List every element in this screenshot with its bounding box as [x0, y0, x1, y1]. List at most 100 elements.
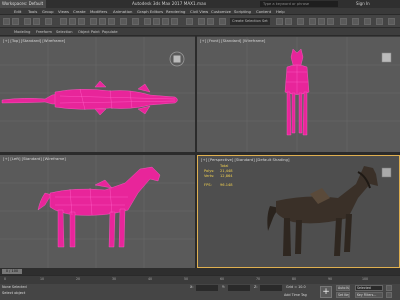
undo-icon[interactable]: [3, 18, 10, 25]
add-time-tag-button[interactable]: Add Time Tag: [284, 293, 307, 297]
set-key-plus-icon[interactable]: +: [320, 286, 332, 298]
time-config-icon[interactable]: [386, 292, 392, 298]
a360-icon[interactable]: [352, 18, 359, 25]
track-tick: 60: [220, 277, 225, 281]
main-toolbar: Create Selection Set: [0, 15, 400, 28]
menu-create[interactable]: Create: [73, 9, 86, 14]
track-tick: 70: [256, 277, 261, 281]
rendered-frame-icon[interactable]: [318, 18, 325, 25]
scale-icon[interactable]: [108, 18, 115, 25]
sign-in-button[interactable]: Sign In: [356, 1, 370, 6]
viewcube-icon[interactable]: [381, 167, 392, 178]
render-in-cloud-icon[interactable]: [364, 18, 371, 25]
menu-customize[interactable]: Customize: [211, 9, 231, 14]
key-filter-dropdown[interactable]: Selected: [355, 285, 383, 291]
tab-selection[interactable]: Selection: [56, 30, 73, 34]
tab-modeling[interactable]: Modeling: [14, 30, 30, 34]
tab-freeform[interactable]: Freeform: [36, 30, 52, 34]
viewport-front[interactable]: [+] [Front] [Standard] [Wireframe]: [197, 37, 400, 152]
ribbon-tabs: Modeling Freeform Selection Object Paint…: [0, 28, 400, 36]
selection-region-icon[interactable]: [78, 18, 85, 25]
edit-named-selection-icon[interactable]: [186, 18, 193, 25]
top-view-wireframe: [0, 37, 195, 152]
angle-snap-icon[interactable]: [153, 18, 160, 25]
menu-animation[interactable]: Animation: [113, 9, 132, 14]
x-coordinate-field[interactable]: [196, 285, 218, 291]
align-icon[interactable]: [207, 18, 214, 25]
spinner-snap-icon[interactable]: [171, 18, 178, 25]
play-icon[interactable]: [386, 285, 392, 291]
render-production-icon[interactable]: [327, 18, 334, 25]
pivot-icon[interactable]: [132, 18, 139, 25]
layer-explorer-icon[interactable]: [219, 18, 226, 25]
tab-object-paint[interactable]: Object Paint: [78, 30, 100, 34]
tab-populate[interactable]: Populate: [102, 30, 118, 34]
track-tick: 100: [362, 277, 369, 281]
title-bar: Workspaces: Default Autodesk 3ds Max 201…: [0, 0, 400, 8]
selection-filter-icon[interactable]: [45, 18, 52, 25]
front-view-wireframe: [197, 37, 400, 152]
track-tick: 20: [76, 277, 81, 281]
menu-bar: Edit Tools Group Views Create Modifiers …: [0, 8, 400, 15]
time-slider-handle[interactable]: 0 / 100: [2, 269, 22, 274]
app-title: Autodesk 3ds Max 2017 MAX1.max: [132, 1, 207, 6]
menu-content[interactable]: Content: [256, 9, 271, 14]
horse-side-wireframe: [37, 166, 161, 248]
workspace-selector[interactable]: Workspaces: Default: [0, 0, 46, 8]
menu-scripting[interactable]: Scripting: [234, 9, 251, 14]
left-view-wireframe: [0, 155, 195, 268]
track-tick: 80: [292, 277, 297, 281]
track-tick: 0: [4, 277, 7, 281]
y-label: Y:: [222, 285, 225, 289]
rotate-icon[interactable]: [99, 18, 106, 25]
material-editor-icon[interactable]: [297, 18, 304, 25]
track-tick: 90: [328, 277, 333, 281]
render-setup-icon[interactable]: [309, 18, 316, 25]
reference-coordinate-icon[interactable]: [120, 18, 127, 25]
key-filters-button[interactable]: Key Filters...: [355, 292, 383, 298]
viewcube-icon[interactable]: [381, 52, 392, 63]
track-tick: 40: [148, 277, 153, 281]
effects-icon[interactable]: [388, 18, 395, 25]
selection-set-dropdown[interactable]: Create Selection Set: [230, 18, 270, 25]
menu-modifiers[interactable]: Modifiers: [90, 9, 107, 14]
viewport-perspective[interactable]: [+] [Perspective] [Standard] [Default Sh…: [197, 155, 400, 268]
select-object-icon[interactable]: [60, 18, 67, 25]
environment-icon[interactable]: [376, 18, 383, 25]
unlink-icon[interactable]: [33, 18, 40, 25]
horse-top-wireframe: [1, 80, 178, 116]
time-slider-bar[interactable]: 0 / 100: [0, 268, 400, 275]
mirror-icon[interactable]: [198, 18, 205, 25]
track-tick: 10: [40, 277, 45, 281]
menu-civil-view[interactable]: Civil View: [190, 9, 208, 14]
render-iterative-icon[interactable]: [340, 18, 347, 25]
z-coordinate-field[interactable]: [260, 285, 282, 291]
menu-views[interactable]: Views: [58, 9, 69, 14]
schematic-view-icon[interactable]: [285, 18, 292, 25]
set-key-button[interactable]: Set Key: [336, 292, 350, 298]
viewport-top[interactable]: [+] [Top] [Standard] [Wireframe]: [0, 37, 195, 152]
viewport-left[interactable]: [+] [Left] [Standard] [Wireframe]: [0, 155, 195, 268]
snap-icon[interactable]: [144, 18, 151, 25]
menu-rendering[interactable]: Rendering: [166, 9, 185, 14]
y-coordinate-field[interactable]: [228, 285, 250, 291]
move-icon[interactable]: [90, 18, 97, 25]
selection-status: None Selected: [2, 285, 27, 289]
search-input[interactable]: Type a keyword or phrase: [260, 1, 338, 7]
status-bar: None Selected Select object X: Y: Z: Gri…: [0, 284, 400, 300]
menu-edit[interactable]: Edit: [14, 9, 21, 14]
auto-key-button[interactable]: Auto Key: [336, 285, 350, 291]
menu-graph-editors[interactable]: Graph Editors: [137, 9, 163, 14]
horse-shaded-model: [267, 166, 378, 256]
track-bar[interactable]: 0 10 20 30 40 50 60 70 80 90 100: [0, 275, 400, 284]
select-by-name-icon[interactable]: [69, 18, 76, 25]
prompt-line: Select object: [2, 291, 26, 295]
redo-icon[interactable]: [12, 18, 19, 25]
menu-group[interactable]: Group: [42, 9, 54, 14]
menu-help[interactable]: Help: [276, 9, 285, 14]
link-icon[interactable]: [24, 18, 31, 25]
viewcube-icon[interactable]: [169, 51, 185, 67]
menu-tools[interactable]: Tools: [28, 9, 37, 14]
percent-snap-icon[interactable]: [162, 18, 169, 25]
curve-editor-icon[interactable]: [276, 18, 283, 25]
